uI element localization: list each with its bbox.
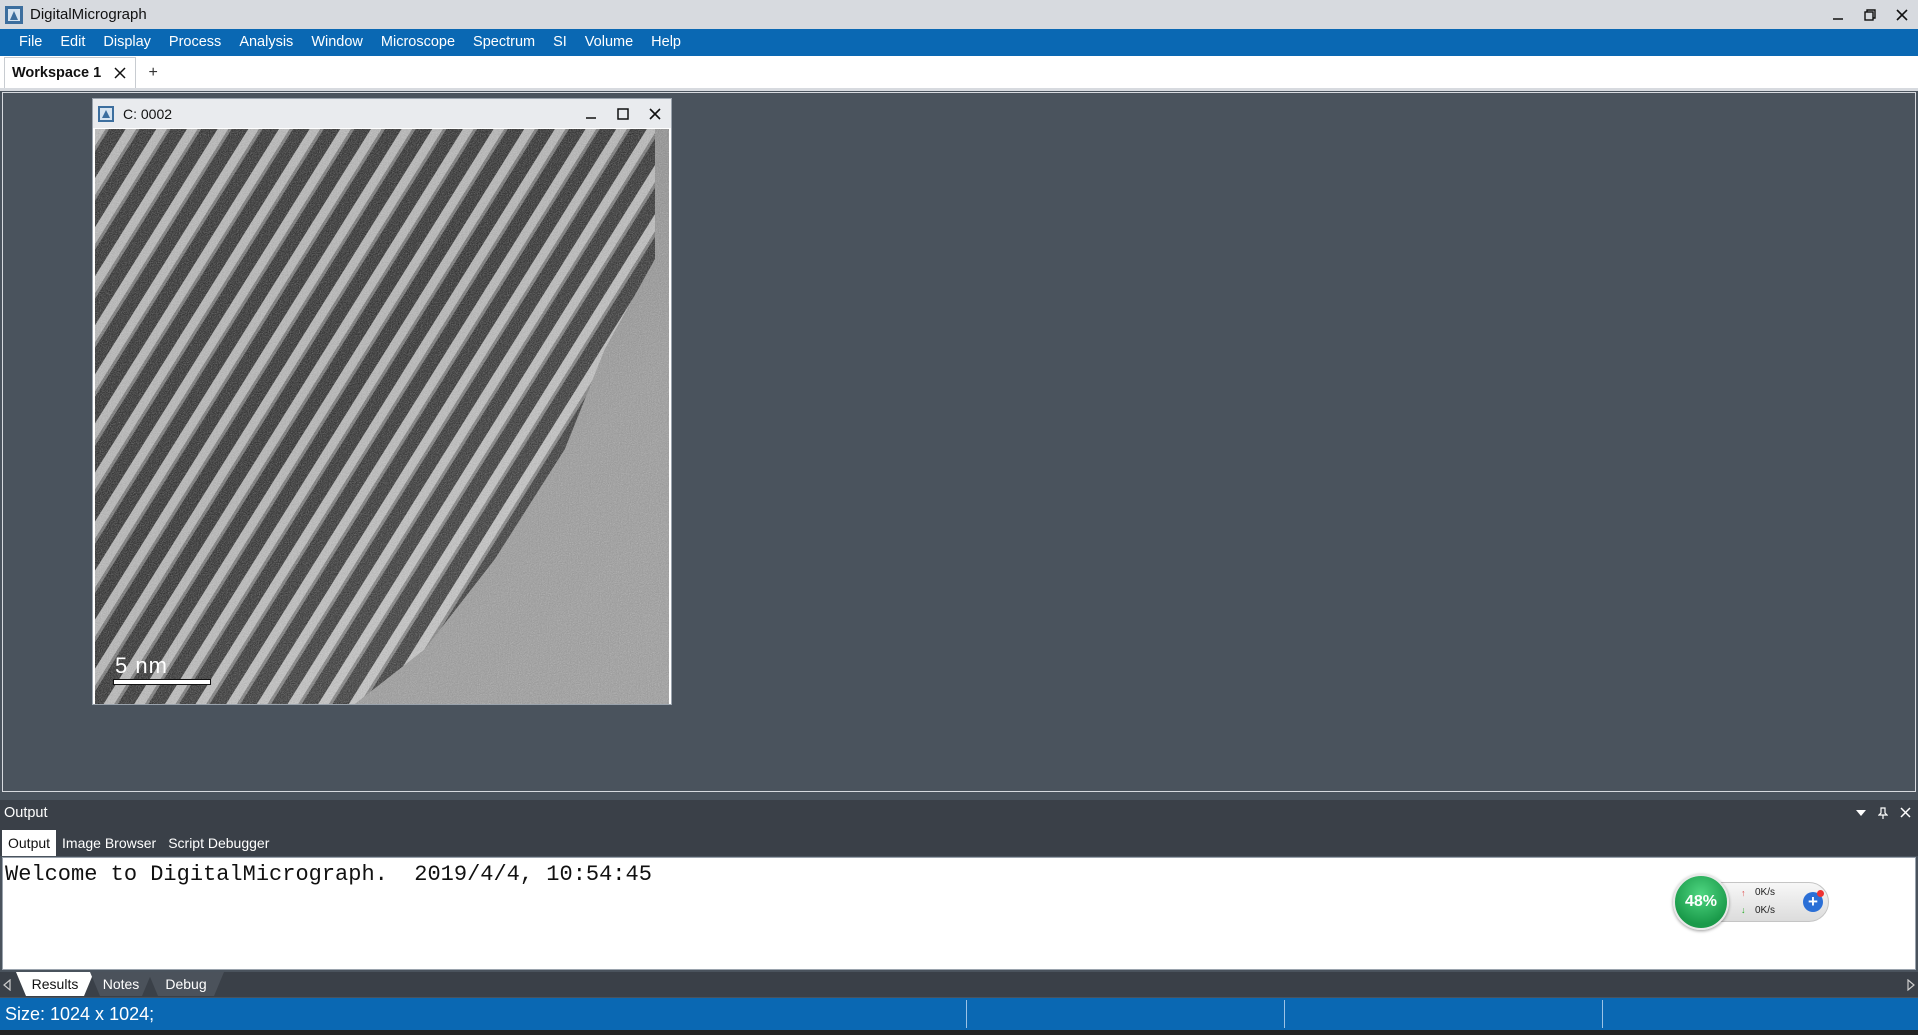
image-window-controls bbox=[575, 99, 671, 128]
menu-edit[interactable]: Edit bbox=[51, 29, 94, 56]
close-icon[interactable] bbox=[1886, 0, 1918, 29]
menu-microscope[interactable]: Microscope bbox=[372, 29, 464, 56]
tab-results-label: Results bbox=[31, 976, 79, 992]
status-divider bbox=[1284, 1000, 1285, 1028]
menu-process[interactable]: Process bbox=[160, 29, 230, 56]
workspace-tabstrip: Workspace 1 + bbox=[0, 56, 1918, 91]
image-document-icon bbox=[97, 105, 115, 123]
scroll-right-icon[interactable] bbox=[1907, 978, 1915, 995]
pin-icon[interactable] bbox=[1872, 800, 1894, 825]
bottom-tabbar: Results Notes Debug bbox=[0, 972, 1918, 997]
app-title: DigitalMicrograph bbox=[30, 6, 147, 23]
tab-notes-label: Notes bbox=[102, 976, 140, 992]
menu-analysis[interactable]: Analysis bbox=[230, 29, 302, 56]
output-console[interactable]: Welcome to DigitalMicrograph. 2019/4/4, … bbox=[2, 857, 1916, 970]
menu-window[interactable]: Window bbox=[302, 29, 372, 56]
close-tab-icon[interactable] bbox=[113, 66, 127, 80]
scalebar-label: 5 nm bbox=[115, 653, 168, 678]
minimize-icon[interactable] bbox=[1822, 0, 1854, 29]
tab-script-debugger[interactable]: Script Debugger bbox=[162, 830, 275, 856]
output-panel-title: Output bbox=[4, 804, 48, 821]
restore-icon[interactable] bbox=[1854, 0, 1886, 29]
scalebar bbox=[113, 679, 211, 685]
menu-bar: File Edit Display Process Analysis Windo… bbox=[0, 29, 1918, 56]
network-speed-widget[interactable]: 48% ↑ 0K/s ↓ 0K/s + bbox=[1673, 874, 1831, 930]
status-divider bbox=[966, 1000, 967, 1028]
menu-display[interactable]: Display bbox=[94, 29, 160, 56]
menu-file[interactable]: File bbox=[10, 29, 51, 56]
menu-spectrum[interactable]: Spectrum bbox=[464, 29, 544, 56]
notification-dot-icon bbox=[1817, 890, 1824, 897]
tab-notes[interactable]: Notes bbox=[90, 972, 152, 996]
menu-si[interactable]: SI bbox=[544, 29, 576, 56]
add-workspace-button[interactable]: + bbox=[144, 58, 162, 88]
menu-volume[interactable]: Volume bbox=[576, 29, 642, 56]
close-icon[interactable] bbox=[1894, 800, 1916, 825]
tab-workspace-1[interactable]: Workspace 1 bbox=[4, 57, 137, 88]
dropdown-arrow-icon[interactable] bbox=[1850, 800, 1872, 825]
output-panel-controls bbox=[1850, 800, 1916, 825]
memory-percent-badge[interactable]: 48% bbox=[1673, 874, 1729, 930]
tab-debug[interactable]: Debug bbox=[148, 972, 224, 996]
tab-debug-label: Debug bbox=[165, 976, 207, 992]
lattice-fringe-image bbox=[95, 129, 669, 704]
image-window-titlebar[interactable]: C: 0002 bbox=[93, 99, 671, 128]
download-speed: 0K/s bbox=[1754, 905, 1775, 916]
status-size: Size: 1024 x 1024; bbox=[5, 1003, 155, 1024]
upload-speed: 0K/s bbox=[1754, 887, 1775, 898]
micrograph-image[interactable]: 5 nm bbox=[95, 129, 669, 704]
tab-label: Workspace 1 bbox=[12, 65, 102, 81]
app-logo-icon bbox=[4, 5, 24, 25]
status-divider bbox=[1602, 1000, 1603, 1028]
minimize-icon[interactable] bbox=[575, 99, 607, 128]
taskbar-edge bbox=[0, 1030, 1918, 1035]
close-icon[interactable] bbox=[639, 99, 671, 128]
app-titlebar: DigitalMicrograph bbox=[0, 0, 1918, 29]
output-panel-header: Output bbox=[0, 800, 1918, 825]
tab-results[interactable]: Results bbox=[16, 972, 94, 996]
console-text: Welcome to DigitalMicrograph. 2019/4/4, … bbox=[5, 862, 652, 887]
output-subtabs: Output Image Browser Script Debugger bbox=[0, 825, 1918, 856]
image-window[interactable]: C: 0002 5 nm bbox=[92, 98, 672, 705]
window-controls bbox=[1822, 0, 1918, 29]
scroll-left-icon[interactable] bbox=[3, 978, 11, 995]
tab-image-browser[interactable]: Image Browser bbox=[56, 830, 162, 856]
status-bar: Size: 1024 x 1024; bbox=[0, 998, 1918, 1030]
image-window-title: C: 0002 bbox=[123, 105, 173, 122]
menu-help[interactable]: Help bbox=[642, 29, 690, 56]
maximize-icon[interactable] bbox=[607, 99, 639, 128]
tab-output[interactable]: Output bbox=[2, 830, 57, 856]
memory-percent: 48% bbox=[1684, 893, 1718, 910]
